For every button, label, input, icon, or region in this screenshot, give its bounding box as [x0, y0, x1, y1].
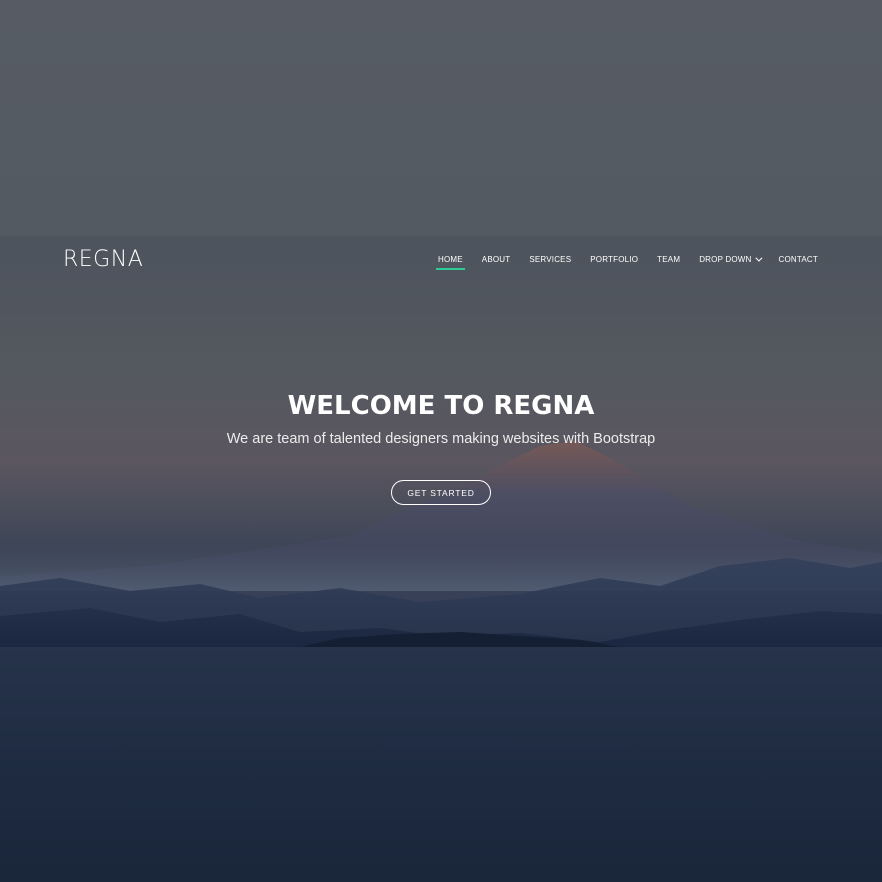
nav-item-label: CONTACT — [778, 255, 818, 264]
get-started-button[interactable]: GET STARTED — [391, 480, 491, 505]
nav-item-label: PORTFOLIO — [590, 255, 639, 264]
page: REGNA HOME ABOUT SERVICES PORTFOLIO TEAM… — [0, 0, 882, 882]
top-background — [0, 0, 882, 236]
nav-item-drop-down[interactable]: DROP DOWN — [699, 254, 762, 264]
bottom-background — [0, 647, 882, 882]
nav-item-label: TEAM — [657, 255, 681, 264]
logo[interactable]: REGNA — [63, 247, 143, 272]
nav-item-contact[interactable]: CONTACT — [779, 255, 818, 264]
hero-title: WELCOME TO REGNA — [287, 391, 595, 421]
nav-item-home[interactable]: HOME — [435, 255, 465, 270]
chevron-down-icon — [754, 254, 762, 262]
nav-item-services[interactable]: SERVICES — [529, 255, 571, 264]
nav-item-about[interactable]: ABOUT — [482, 255, 511, 264]
nav-item-team[interactable]: TEAM — [657, 255, 680, 264]
nav-item-label: ABOUT — [481, 255, 511, 264]
nav-menu: HOME ABOUT SERVICES PORTFOLIO TEAM DROP … — [435, 254, 818, 270]
hero-subtitle: We are team of talented designers making… — [226, 431, 656, 447]
nav-item-portfolio[interactable]: PORTFOLIO — [590, 255, 638, 264]
nav-item-label: DROP DOWN — [699, 255, 752, 264]
hero-content: WELCOME TO REGNA We are team of talented… — [0, 388, 882, 450]
navbar: REGNA HOME ABOUT SERVICES PORTFOLIO TEAM… — [0, 236, 882, 286]
nav-item-label: HOME — [437, 255, 463, 264]
nav-item-label: SERVICES — [529, 255, 572, 264]
